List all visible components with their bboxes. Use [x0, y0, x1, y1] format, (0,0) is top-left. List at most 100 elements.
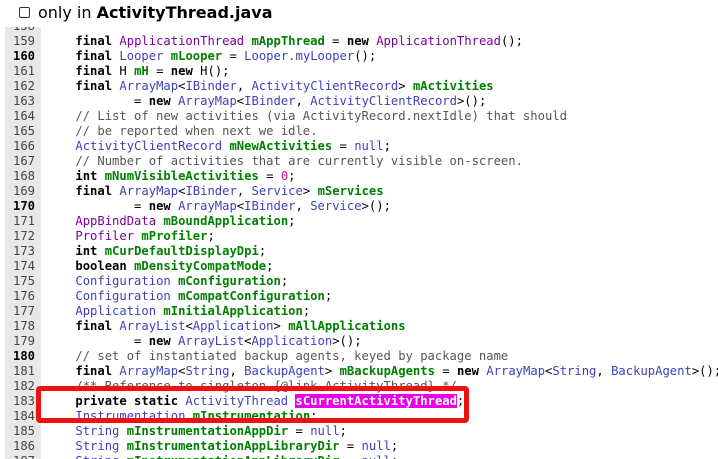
code-token: mNewActivities [229, 139, 333, 153]
line-number: 177 [12, 304, 35, 318]
code-token: < [185, 319, 193, 333]
code-token: mCompatConfiguration [178, 289, 325, 303]
code-token: , [236, 184, 252, 198]
line-number: 174 [12, 259, 35, 273]
code-line: 162 final ArrayMap<IBinder, ActivityClie… [5, 79, 718, 94]
code-token: >(); [361, 199, 391, 213]
code-token: ; [324, 289, 333, 303]
code-token: mBackupAgents [339, 364, 435, 378]
code-token: ; [288, 169, 296, 183]
line-source: = new ArrayList<Application>(); [46, 334, 362, 349]
code-token: final [75, 319, 120, 333]
line-number: 185 [12, 424, 35, 438]
code-token: ArrayList [178, 334, 245, 348]
line-source: Profiler mProfiler; [46, 229, 214, 244]
only-in-checkbox[interactable] [19, 7, 30, 18]
code-token: ApplicationThread [119, 34, 252, 48]
code-token: final [75, 79, 120, 93]
code-line: 174 boolean mDensityCompatMode; [5, 259, 718, 274]
code-token: = [258, 169, 281, 183]
code-token: = [340, 454, 362, 459]
code-token: = [339, 439, 362, 453]
code-token: mBoundApplication [163, 214, 289, 228]
line-source: final ApplicationThread mAppThread = new… [46, 34, 523, 49]
code-token: > [324, 364, 340, 378]
line-number: 161 [12, 64, 35, 78]
code-token: ; [258, 244, 267, 258]
line-source: final ArrayList<Application> mAllApplica… [46, 319, 405, 334]
code-line: 158 [5, 27, 718, 34]
code-line: 180 // set of instantiated backup agents… [5, 349, 718, 364]
line-source: // Number of activities that are current… [46, 154, 523, 169]
line-number: 176 [12, 289, 35, 303]
line-source: Configuration mConfiguration; [46, 274, 288, 289]
line-source: = new ArrayMap<IBinder, ActivityClientRe… [46, 94, 486, 109]
code-token: final [75, 64, 120, 78]
line-source: String mInstrumentationAppLibraryDir = n… [46, 454, 398, 459]
line-number: 170 [12, 199, 35, 213]
line-number: 184 [12, 409, 35, 423]
code-token: = [46, 334, 149, 348]
code-token: ; [383, 139, 391, 153]
code-token: >(); [456, 94, 487, 108]
code-token: mDensityCompatMode [134, 259, 267, 273]
code-token: final [75, 364, 120, 378]
code-token: ArrayMap [178, 199, 237, 213]
code-token: new [170, 64, 201, 78]
line-source: // List of new activities (via ActivityR… [46, 109, 567, 124]
code-token: mInstrumentationAppLibraryDir [126, 439, 340, 453]
line-source: int mCurDefaultDisplayDpi; [46, 244, 266, 259]
code-token: new [346, 34, 377, 48]
line-number: 187 [5, 454, 35, 459]
code-token: ; [310, 409, 318, 423]
code-token: ; [266, 259, 274, 273]
code-token: (); [354, 49, 377, 63]
code-token: null [310, 424, 340, 438]
line-number: 175 [12, 274, 35, 288]
line-number: 178 [12, 319, 35, 333]
code-line: 168 int mNumVisibleActivities = 0; [5, 169, 718, 184]
code-token: IBinder [244, 94, 296, 108]
line-source: Instrumentation mInstrumentation; [46, 409, 318, 424]
code-token: new [456, 364, 487, 378]
line-number: 173 [12, 244, 35, 258]
code-token: = [434, 364, 457, 378]
code-token: > [398, 79, 413, 93]
code-token: Service [251, 184, 303, 198]
line-source: // be reported when next we idle. [46, 124, 317, 139]
code-token: // Number of activities that are current… [46, 154, 523, 168]
code-token: > [302, 184, 318, 198]
code-token: Application [75, 304, 164, 318]
code-token: = [324, 34, 347, 48]
code-token: = [222, 49, 245, 63]
code-token: BackupAgent [611, 364, 692, 378]
code-token: mCurDefaultDisplayDpi [104, 244, 259, 258]
code-token: AppBindData [75, 214, 164, 228]
code-token: ArrayMap [119, 79, 179, 93]
line-number: 167 [12, 154, 35, 168]
code-line: 161 final H mH = new H(); [5, 64, 718, 79]
line-number: 168 [12, 169, 35, 183]
code-token: Looper [119, 49, 171, 63]
code-token: = [46, 94, 149, 108]
line-source: /** Reference to singleton {@link Activi… [46, 379, 457, 394]
code-token: mInstrumentationAppDir [126, 424, 289, 438]
code-token: ActivityThread [185, 394, 296, 408]
code-token: mH [134, 64, 149, 78]
code-token: ActivityClientRecord [251, 79, 399, 93]
line-number: 169 [12, 184, 35, 198]
code-token: , [229, 364, 245, 378]
code-token: new [148, 94, 179, 108]
code-view: 158159 final ApplicationThread mAppThrea… [5, 27, 718, 459]
line-source: String mInstrumentationAppDir = null; [46, 424, 347, 439]
code-line: 159 final ApplicationThread mAppThread =… [5, 34, 718, 49]
code-token: int [75, 169, 105, 183]
